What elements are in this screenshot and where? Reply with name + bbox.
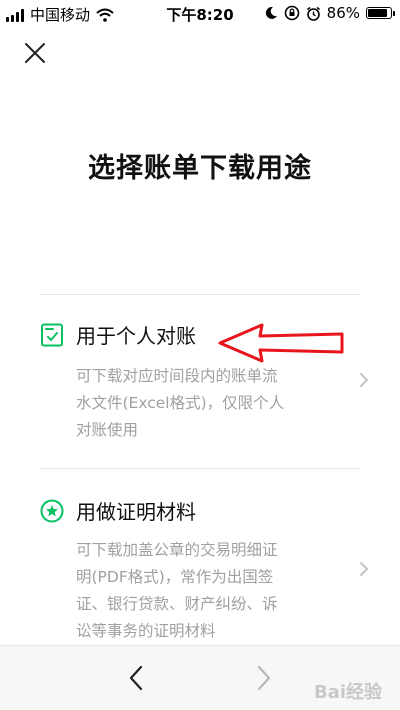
battery-percent: 86%: [326, 4, 360, 22]
annotation-arrow-icon: [218, 323, 344, 363]
alarm-icon: [306, 6, 320, 21]
description-line: 可下载对应时间段内的账单流: [76, 367, 278, 385]
close-icon: [25, 43, 45, 63]
receipt-check-icon: [41, 323, 63, 347]
description-line: 讼等事务的证明材料: [76, 622, 216, 640]
back-button[interactable]: [124, 663, 148, 693]
chevron-left-icon: [129, 665, 143, 691]
battery-fill: [368, 9, 387, 17]
description-line: 水文件(Excel格式)，仅限个人: [76, 394, 285, 412]
option-description: 可下载对应时间段内的账单流 水文件(Excel格式)，仅限个人 对账使用: [76, 363, 321, 444]
chevron-right-icon: [360, 373, 369, 387]
description-line: 对账使用: [76, 421, 139, 439]
option-title: 用做证明材料: [76, 500, 196, 524]
chevron-right-icon: [360, 562, 369, 576]
divider-middle: [40, 468, 360, 469]
description-line: 证、银行贷款、财产纠纷、诉: [76, 595, 278, 613]
divider-top: [40, 294, 360, 295]
close-button[interactable]: [22, 40, 48, 66]
page-title: 选择账单下载用途: [88, 153, 312, 184]
option-description: 可下载加盖公章的交易明细证 明(PDF格式)，常作为出国签 证、银行贷款、财产纠…: [76, 537, 321, 645]
battery-icon: [366, 7, 395, 19]
bottom-nav-bar: Bai经验: [0, 645, 400, 710]
chevron-right-icon: [257, 665, 271, 691]
watermark: Bai经验: [313, 682, 382, 703]
rotation-lock-icon: [284, 5, 299, 21]
status-bar: 中国移动 下午8:20 86%: [0, 0, 400, 26]
option-title: 用于个人对账: [76, 324, 196, 348]
star-badge-icon: [40, 499, 64, 523]
option-proof-material[interactable]: 用做证明材料 可下载加盖公章的交易明细证 明(PDF格式)，常作为出国签 证、银…: [40, 499, 370, 644]
moon-icon: [265, 6, 277, 19]
status-right: 86%: [264, 4, 395, 22]
description-line: 明(PDF格式)，常作为出国签: [76, 568, 274, 586]
description-line: 可下载加盖公章的交易明细证: [76, 541, 278, 559]
forward-button[interactable]: [252, 663, 276, 693]
